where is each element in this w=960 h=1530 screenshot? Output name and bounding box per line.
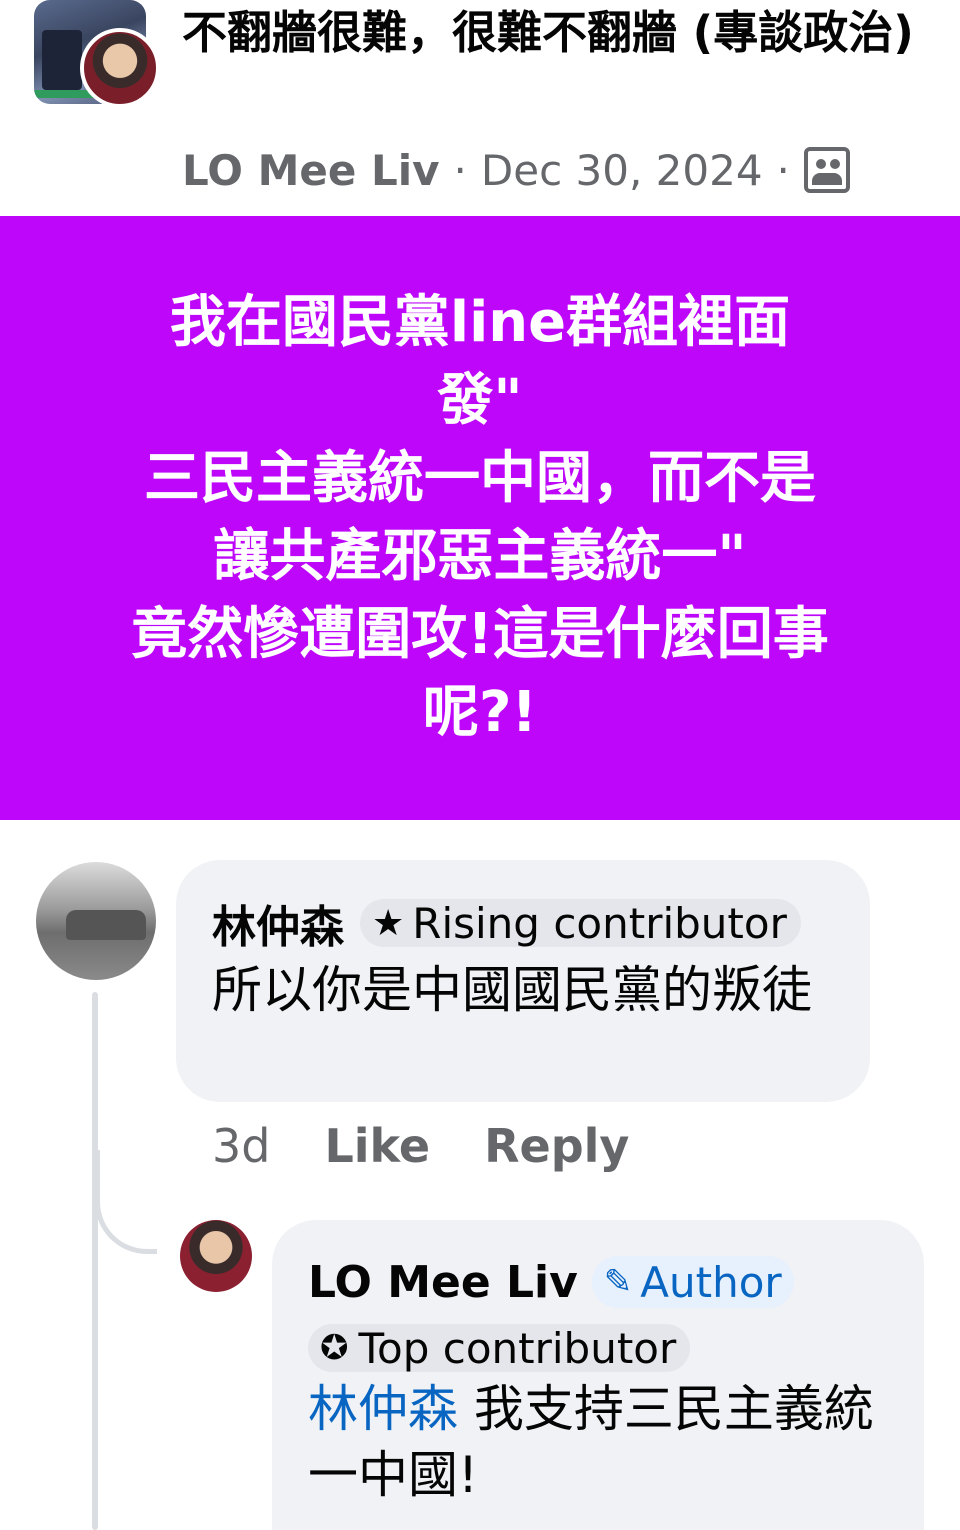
reply-button[interactable]: Reply	[484, 1119, 629, 1173]
reply-author-name[interactable]: LO Mee Liv	[308, 1257, 578, 1308]
medal-icon: ✪	[320, 1328, 349, 1368]
post-date[interactable]: Dec 30, 2024	[481, 146, 763, 195]
meta-separator: ·	[776, 145, 790, 195]
post-background: 我在國民黨line群組裡面 發" 三民主義統一中國，而不是 讓共產邪惡主義統一"…	[0, 216, 960, 820]
comment-bubble: 林仲森 ★ Rising contributor 所以你是中國國民黨的叛徒	[176, 860, 870, 1102]
pencil-icon: ✎	[603, 1262, 633, 1302]
group-title[interactable]: 不翻牆很難，很難不翻牆 (專談政治)	[182, 4, 922, 62]
commenter-name[interactable]: 林仲森	[212, 891, 344, 955]
reply-header: LO Mee Liv ✎ Author	[308, 1250, 888, 1314]
top-contributor-badge[interactable]: ✪ Top contributor	[308, 1323, 691, 1373]
author-avatar[interactable]	[80, 28, 160, 108]
meta-separator: ·	[453, 145, 467, 195]
comment-actions: 3d Like Reply	[212, 1116, 683, 1176]
badge-label: Rising contributor	[412, 898, 787, 948]
comment-text: 所以你是中國國民黨的叛徒	[212, 961, 812, 1019]
reply-text: 林仲森 我支持三民主義統一中國!	[308, 1376, 898, 1508]
post-text: 我在國民黨line群組裡面 發" 三民主義統一中國，而不是 讓共產邪惡主義統一"…	[131, 290, 829, 745]
thread-connector-hook	[95, 1150, 157, 1254]
mention-link[interactable]: 林仲森	[308, 1380, 458, 1438]
thread-connector-line	[92, 992, 98, 1530]
post-header: 不翻牆很難，很難不翻牆 (專談政治) LO Mee Liv · Dec 30, …	[0, 0, 960, 216]
star-icon: ★	[372, 902, 405, 944]
post-author-link[interactable]: LO Mee Liv	[182, 146, 440, 195]
group-members-icon	[803, 147, 850, 193]
group-avatar[interactable]	[34, 0, 162, 108]
reply-author-avatar[interactable]	[180, 1220, 252, 1292]
commenter-avatar[interactable]	[36, 862, 156, 980]
rising-contributor-badge[interactable]: ★ Rising contributor	[360, 898, 801, 948]
author-badge: ✎ Author	[591, 1256, 794, 1308]
reply-bubble: LO Mee Liv ✎ Author ✪ Top contributor 林仲…	[272, 1220, 924, 1530]
top-badge-label: Top contributor	[358, 1323, 677, 1373]
author-badge-label: Author	[640, 1257, 782, 1307]
post-meta: LO Mee Liv · Dec 30, 2024 ·	[182, 142, 850, 198]
like-button[interactable]: Like	[324, 1119, 430, 1173]
comment-header: 林仲森 ★ Rising contributor	[212, 891, 834, 955]
comment-timestamp[interactable]: 3d	[212, 1119, 270, 1173]
